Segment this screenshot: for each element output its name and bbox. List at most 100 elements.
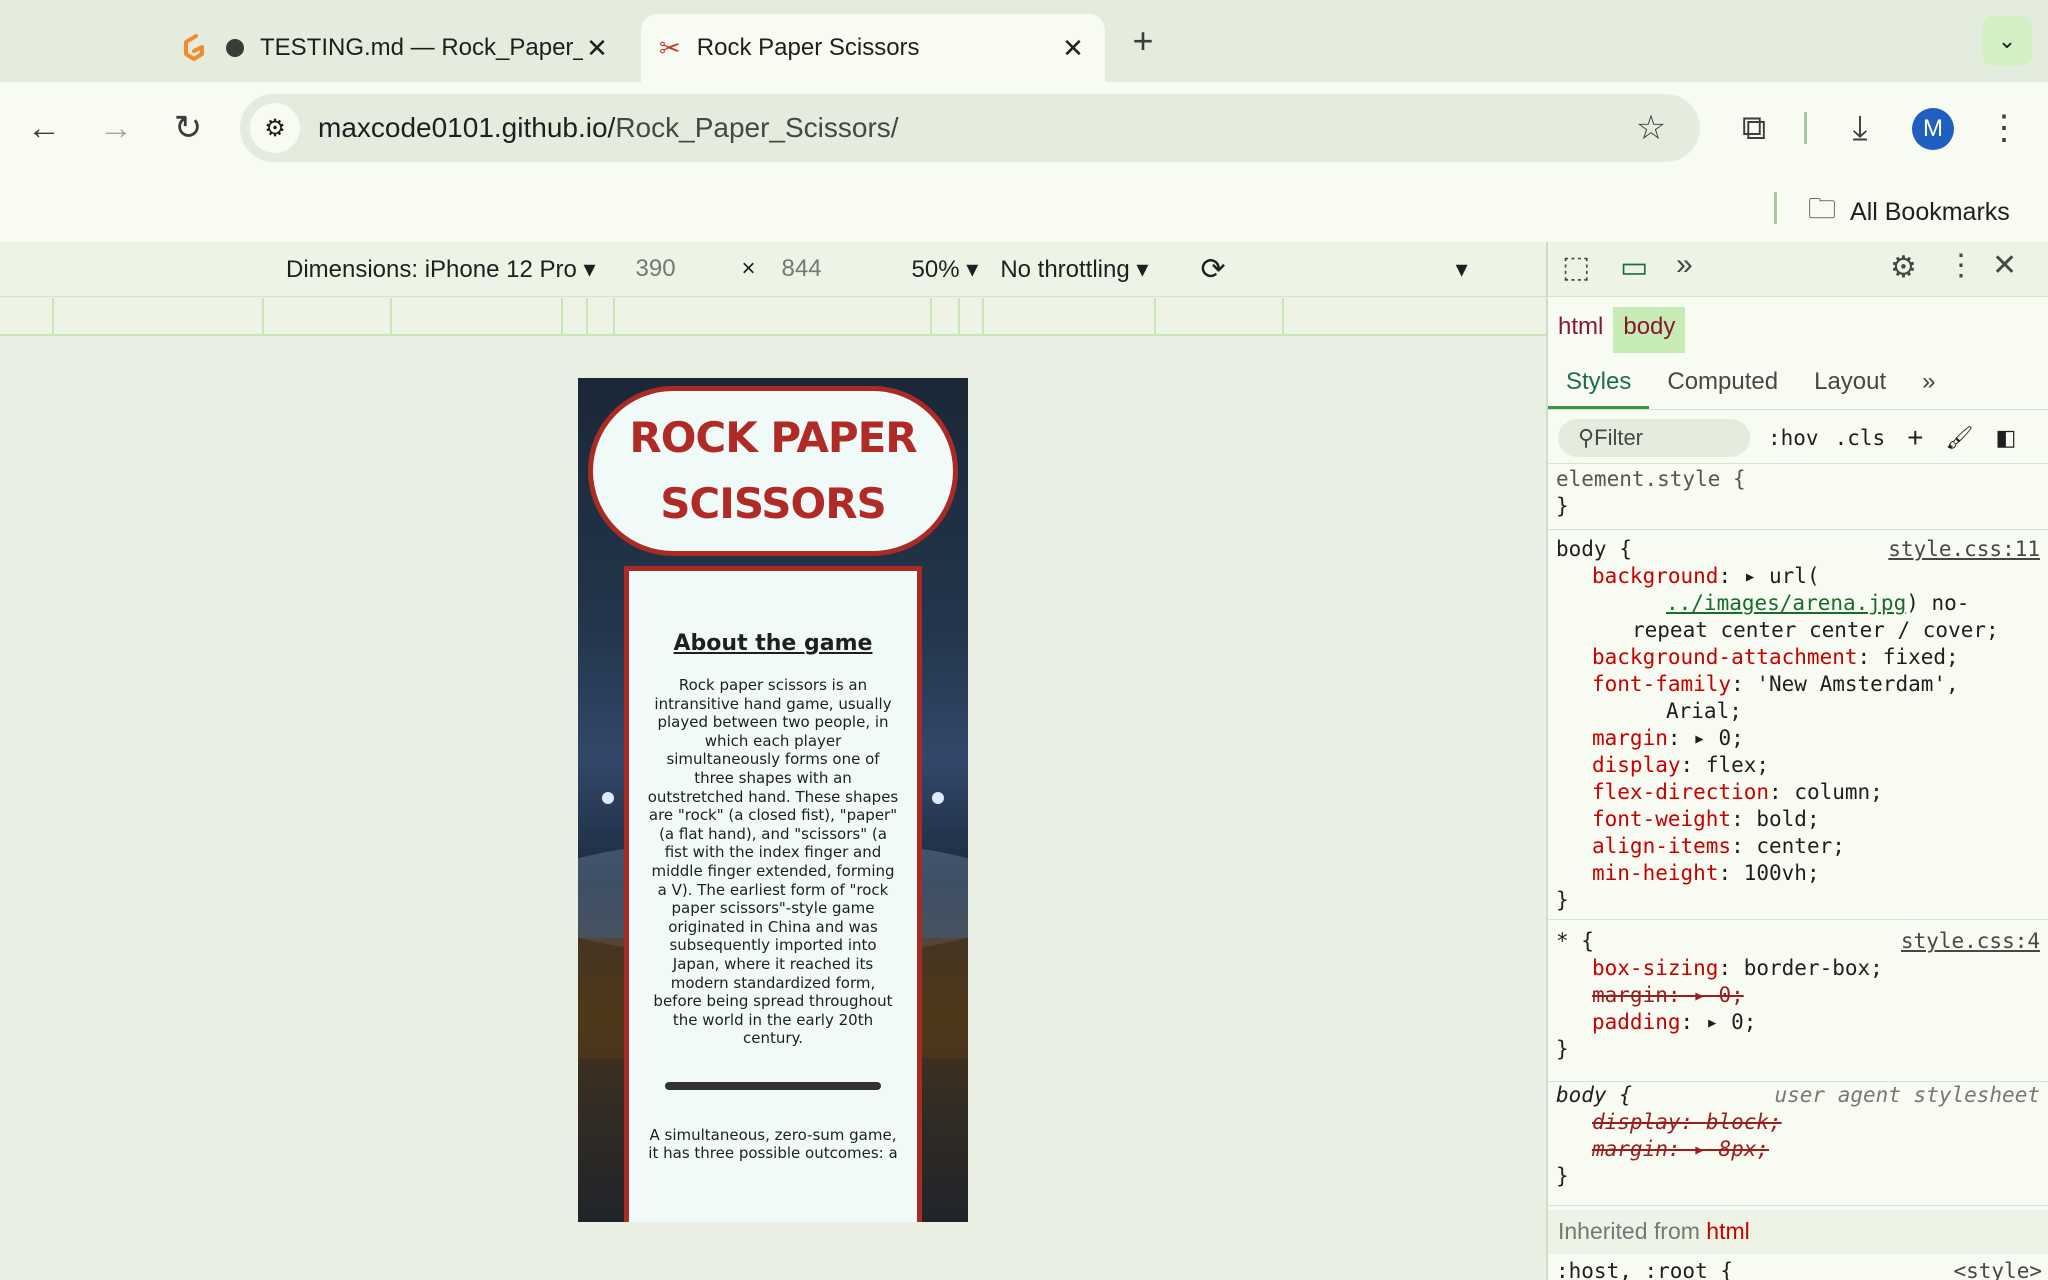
settings-gear-icon[interactable]: ⚙ — [1890, 250, 1917, 285]
url-host: maxcode0101.github.io/ — [318, 112, 616, 143]
device-toolbar: Dimensions: iPhone 12 Pro ▾ 390 × 844 50… — [0, 242, 1546, 297]
breadcrumb-body[interactable]: body — [1613, 307, 1686, 353]
inspect-element-icon[interactable]: ⬚ — [1562, 250, 1590, 285]
css-property-row: display: flex; — [1592, 753, 1770, 777]
rule-source: user agent stylesheet — [1774, 1083, 2040, 1107]
title-line-2: SCISSORS — [660, 479, 887, 528]
devtools-toolbar: ⬚ ▭ » ⚙ ⋮ ✕ — [1548, 242, 2048, 297]
about-heading: About the game — [673, 631, 873, 656]
rule-selector: body { — [1556, 1083, 1632, 1107]
hov-button[interactable]: :hov — [1768, 426, 1819, 450]
filter-input[interactable]: ⚲ Filter — [1558, 418, 1750, 457]
page-title-header: ROCK PAPER SCISSORS — [588, 386, 958, 556]
breadcrumb: html body — [1548, 307, 1686, 353]
prop-value: ▸ 8px; — [1693, 1137, 1770, 1161]
rule-brace: } — [1556, 1037, 1569, 1061]
about-paragraph-2: A simultaneous, zero-sum game, it has th… — [648, 1125, 898, 1163]
rule-brace: } — [1556, 888, 1569, 912]
throttling-label: No throttling — [1000, 255, 1130, 283]
back-icon[interactable]: ← — [20, 104, 68, 152]
rule-source-link[interactable]: style.css:11 — [1888, 536, 2040, 563]
prop-value: block; — [1705, 1110, 1782, 1134]
throttling-select[interactable]: No throttling ▾ — [1000, 255, 1148, 284]
bookmark-star-icon[interactable]: ☆ — [1627, 104, 1675, 152]
prop-value: Arial; — [1666, 699, 1742, 723]
devtools-menu-icon[interactable]: ⋮ — [1946, 248, 1976, 283]
device-select[interactable]: Dimensions: iPhone 12 Pro ▾ — [286, 255, 596, 284]
tab-layout[interactable]: Layout — [1796, 360, 1904, 409]
styles-subtabs: Styles Computed Layout » — [1548, 360, 2048, 410]
universal-rule: * {style.css:4 box-sizing: border-box; m… — [1548, 928, 2048, 1082]
device-label: Dimensions: iPhone 12 Pro — [286, 255, 577, 283]
filter-icon: ⚲ — [1578, 424, 1595, 450]
unsaved-dot-icon — [226, 39, 244, 57]
download-icon[interactable]: ⤓ — [1836, 104, 1884, 152]
rule-selector: body { — [1556, 537, 1632, 561]
prop-value: border-box; — [1743, 956, 1883, 980]
cls-button[interactable]: .cls — [1835, 426, 1886, 450]
rotate-icon[interactable]: ⟳ — [1200, 252, 1225, 287]
zoom-label: 50% — [911, 255, 960, 283]
user-agent-rule: body {user agent stylesheet display: blo… — [1548, 1082, 2048, 1206]
toggle-sidebar-icon[interactable]: ◧ — [1995, 425, 2016, 451]
new-tab-icon[interactable]: + — [1119, 17, 1167, 65]
site-info-icon[interactable]: ⚙ — [250, 103, 300, 153]
url-path: Rock_Paper_Scissors/ — [615, 112, 899, 143]
prop-value: url( — [1769, 564, 1820, 588]
prop-value: 'New Amsterdam', — [1756, 672, 1959, 696]
more-panels-icon[interactable]: » — [1676, 248, 1693, 282]
toolbar-divider — [1804, 112, 1807, 144]
prop-value: repeat center center / cover; — [1632, 618, 1999, 642]
forward-icon[interactable]: → — [92, 104, 140, 152]
new-rule-icon[interactable]: + — [1907, 422, 1923, 454]
all-bookmarks[interactable]: 🗀 All Bookmarks — [1808, 188, 2010, 236]
paint-brush-icon[interactable]: 🖌 — [1946, 425, 1974, 451]
device-options-chevron-icon[interactable]: ▾ — [1456, 255, 1468, 284]
folder-icon: 🗀 — [1808, 193, 1837, 224]
prop-value: fixed; — [1882, 645, 1959, 669]
breadcrumb-html[interactable]: html — [1548, 307, 1613, 353]
close-tab-icon[interactable]: ✕ — [583, 33, 611, 64]
prop-value: ▸ 0; — [1693, 983, 1744, 1007]
tab-computed[interactable]: Computed — [1649, 360, 1796, 409]
omnibox[interactable]: ⚙ maxcode0101.github.io/Rock_Paper_Sciss… — [240, 94, 1700, 162]
tab-styles[interactable]: Styles — [1548, 360, 1650, 409]
emulated-page[interactable]: ROCK PAPER SCISSORS About the game Rock … — [578, 378, 968, 1222]
css-property-row: Arial; — [1556, 698, 2048, 725]
height-input[interactable]: 844 — [782, 255, 872, 283]
menu-kebab-icon[interactable]: ⋮ — [1980, 104, 2028, 152]
width-input[interactable]: 390 — [636, 255, 732, 283]
prop-name: background — [1592, 564, 1719, 588]
tab-search-chevron-icon[interactable]: ⌄ — [1982, 16, 2032, 66]
prop-name: box-sizing — [1592, 956, 1719, 980]
rule-source-link[interactable]: style.css:4 — [1901, 928, 2040, 955]
close-tab-icon[interactable]: ✕ — [1059, 33, 1087, 64]
prop-value: ) no- — [1906, 591, 1970, 615]
reload-icon[interactable]: ↻ — [164, 104, 212, 152]
profile-avatar[interactable]: M — [1912, 108, 1954, 150]
media-query-ruler[interactable] — [0, 298, 1546, 336]
about-paragraph: Rock paper scissors is an intransitive h… — [647, 676, 899, 1048]
element-style-rule: element.style { } — [1548, 466, 2048, 530]
tab-testing-md[interactable]: TESTING.md — Rock_Paper_Scissors ✕ — [164, 14, 629, 82]
section-divider — [665, 1081, 881, 1090]
more-tabs-icon[interactable]: » — [1904, 360, 1953, 409]
inherited-element[interactable]: html — [1706, 1218, 1749, 1244]
extensions-icon[interactable]: ⧉ — [1730, 104, 1778, 152]
rule-source-link[interactable]: <style> — [1953, 1256, 2042, 1280]
rule-selector: * { — [1556, 929, 1594, 953]
prop-name: display — [1592, 1110, 1681, 1134]
prop-name: background-attachment — [1592, 645, 1858, 669]
title-line-1: ROCK PAPER — [629, 413, 917, 462]
inherited-label: Inherited from — [1558, 1218, 1700, 1244]
prop-value: ▸ 0; — [1705, 1010, 1757, 1034]
prop-value: column; — [1794, 780, 1883, 804]
prop-name: display — [1592, 753, 1681, 777]
tab-rock-paper-scissors[interactable]: ✂ Rock Paper Scissors ✕ — [641, 14, 1105, 82]
css-property-row: font-weight: bold; — [1592, 807, 1820, 831]
device-toggle-icon[interactable]: ▭ — [1620, 250, 1648, 285]
scissors-icon: ✂ — [659, 32, 681, 63]
zoom-select[interactable]: 50% ▾ — [912, 255, 979, 284]
close-devtools-icon[interactable]: ✕ — [1992, 248, 2017, 283]
background-url-link[interactable]: ../images/arena.jpg — [1666, 591, 1906, 615]
